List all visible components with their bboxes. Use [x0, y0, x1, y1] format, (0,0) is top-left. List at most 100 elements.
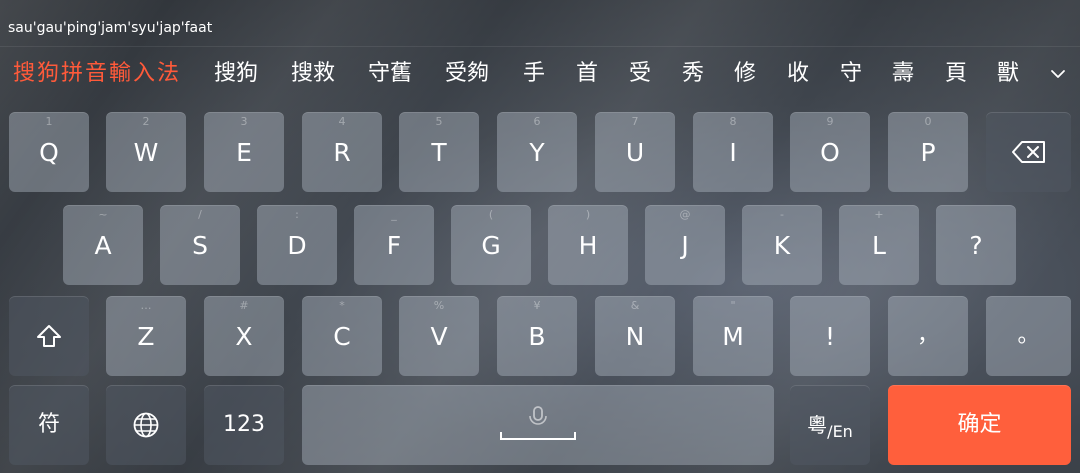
key-hint: @: [679, 208, 691, 221]
key-l[interactable]: + L: [839, 205, 919, 285]
key-r[interactable]: 4R: [302, 112, 382, 192]
backspace-icon: [1011, 141, 1045, 163]
key-x[interactable]: # X: [204, 296, 284, 376]
key-exclamation[interactable]: !: [790, 296, 870, 376]
candidate-item[interactable]: 秀: [682, 58, 704, 90]
key-label: ，: [916, 323, 939, 348]
key-comma[interactable]: ，: [888, 296, 968, 376]
key-h[interactable]: ) H: [548, 205, 628, 285]
key-m[interactable]: " M: [693, 296, 773, 376]
candidate-item[interactable]: 搜救: [291, 58, 335, 90]
numbers-key[interactable]: 123: [204, 385, 284, 465]
key-hint: 1: [45, 115, 53, 128]
shift-icon: [37, 325, 61, 347]
key-label: V: [430, 321, 448, 351]
key-p[interactable]: 0P: [888, 112, 968, 192]
candidate-item[interactable]: 收: [787, 58, 809, 90]
key-label: X: [235, 321, 253, 351]
candidate-item[interactable]: 手: [523, 58, 545, 90]
key-label: ?: [969, 230, 983, 260]
key-g[interactable]: (G: [451, 205, 531, 285]
brand-label[interactable]: 搜狗拼音輸入法: [13, 58, 181, 90]
key-hint: 4: [338, 115, 346, 128]
key-a[interactable]: ~ A: [63, 205, 143, 285]
key-i[interactable]: 8I: [693, 112, 773, 192]
key-w[interactable]: 2W: [106, 112, 186, 192]
candidate-item[interactable]: 壽: [892, 58, 914, 90]
composition-text: sau'gau'ping'jam'syu'jap'faat: [8, 20, 213, 36]
language-switch-key[interactable]: 粵/En: [790, 385, 870, 465]
key-label: B: [528, 321, 546, 351]
candidate-item[interactable]: 頁: [945, 58, 967, 90]
key-label: F: [386, 230, 402, 260]
key-hint: 0: [924, 115, 932, 128]
backspace-key[interactable]: [986, 112, 1071, 192]
shift-key[interactable]: [9, 296, 89, 376]
key-hint: 9: [826, 115, 834, 128]
key-v[interactable]: % V: [399, 296, 479, 376]
key-period[interactable]: 。: [986, 296, 1071, 376]
candidate-item[interactable]: 受: [629, 58, 651, 90]
key-label: S: [192, 230, 208, 260]
key-n[interactable]: & N: [595, 296, 675, 376]
confirm-button[interactable]: 确定: [888, 385, 1071, 465]
candidate-item[interactable]: 守: [840, 58, 862, 90]
candidate-item[interactable]: 修: [734, 58, 756, 90]
key-c[interactable]: * C: [302, 296, 382, 376]
key-label: M: [722, 321, 744, 351]
key-hint: 3: [240, 115, 248, 128]
key-label: U: [625, 137, 645, 167]
key-s[interactable]: / S: [160, 205, 240, 285]
candidate-item[interactable]: 守舊: [368, 58, 412, 90]
key-label: 。: [1017, 323, 1040, 348]
key-hint: …: [140, 299, 152, 312]
key-hint: :: [295, 208, 299, 221]
symbols-key[interactable]: 符: [9, 385, 89, 465]
key-hint: *: [339, 299, 345, 312]
chevron-down-icon[interactable]: [1046, 62, 1070, 86]
key-hint: 6: [533, 115, 541, 128]
key-question[interactable]: ?: [936, 205, 1016, 285]
key-hint: 5: [435, 115, 443, 128]
key-label: !: [824, 321, 836, 351]
globe-key[interactable]: [106, 385, 186, 465]
key-j[interactable]: @ J: [645, 205, 725, 285]
key-f[interactable]: _ F: [354, 205, 434, 285]
key-label: E: [236, 137, 252, 167]
globe-icon: [133, 412, 159, 438]
key-k[interactable]: -K: [742, 205, 822, 285]
key-label: G: [481, 230, 501, 260]
key-hint: 2: [142, 115, 150, 128]
key-y[interactable]: 6Y: [497, 112, 577, 192]
key-label: 123: [223, 412, 265, 437]
key-d[interactable]: :D: [257, 205, 337, 285]
key-hint: _: [391, 208, 397, 221]
candidate-item[interactable]: 受夠: [445, 58, 489, 90]
key-label: 确定: [957, 412, 1002, 437]
key-hint: ": [730, 299, 736, 312]
candidate-item[interactable]: 搜狗: [214, 58, 258, 90]
key-e[interactable]: 3E: [204, 112, 284, 192]
key-hint: %: [433, 299, 445, 312]
key-label: W: [133, 137, 159, 167]
keyboard: sau'gau'ping'jam'syu'jap'faat 搜狗拼音輸入法 搜狗…: [0, 0, 1080, 473]
key-hint: (: [488, 208, 494, 221]
key-b[interactable]: ¥ B: [497, 296, 577, 376]
candidate-item[interactable]: 獸: [997, 58, 1019, 90]
key-label: L: [872, 230, 886, 260]
key-hint: 8: [729, 115, 737, 128]
key-z[interactable]: … Z: [106, 296, 186, 376]
key-label: J: [681, 230, 689, 260]
key-label: O: [820, 137, 840, 167]
key-sublabel: /En: [827, 421, 853, 441]
microphone-icon: [529, 406, 547, 425]
key-q[interactable]: 1Q: [9, 112, 89, 192]
key-label: Q: [39, 137, 59, 167]
key-u[interactable]: 7U: [595, 112, 675, 192]
key-o[interactable]: 9O: [790, 112, 870, 192]
key-t[interactable]: 5T: [399, 112, 479, 192]
candidate-item[interactable]: 首: [576, 58, 598, 90]
key-hint: ~: [98, 208, 108, 221]
key-label: D: [287, 230, 307, 260]
key-hint: ): [585, 208, 591, 221]
